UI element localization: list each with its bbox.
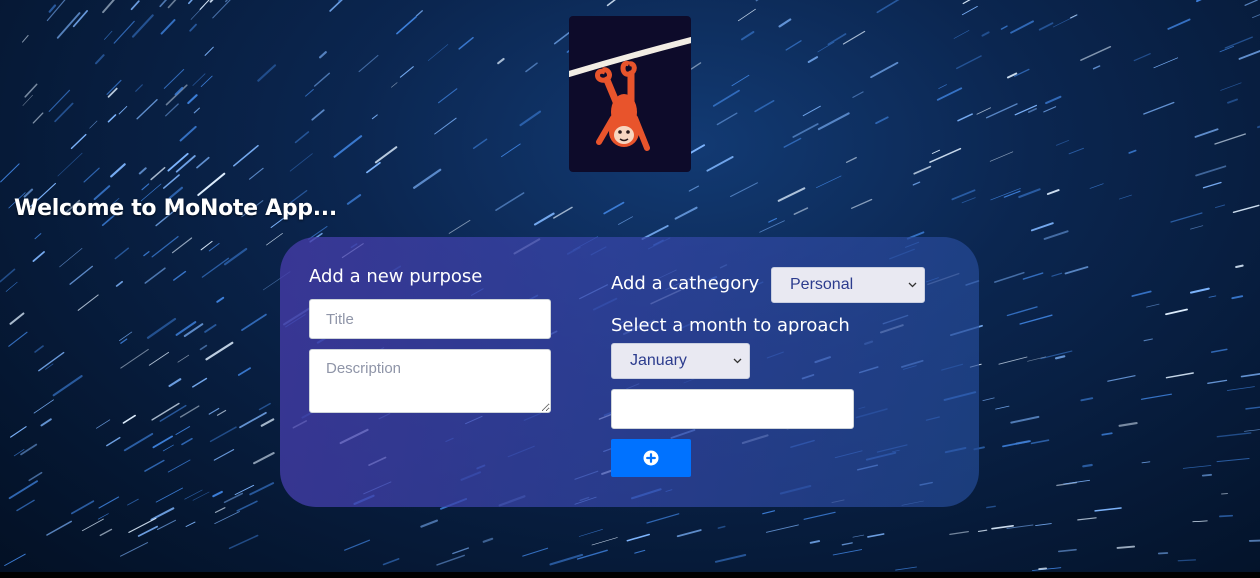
add-purpose-label: Add a new purpose — [309, 266, 483, 287]
category-label: Add a cathegory — [611, 273, 760, 294]
month-selected-value: January — [630, 352, 687, 369]
category-selected-value: Personal — [790, 276, 854, 293]
bottom-bar — [0, 572, 1260, 578]
month-label: Select a month to aproach — [611, 315, 850, 336]
description-textarea[interactable] — [309, 349, 551, 413]
hanging-monkey-icon — [569, 37, 691, 151]
chevron-down-icon — [733, 358, 742, 364]
title-input[interactable] — [309, 299, 551, 339]
monkey-logo — [569, 16, 691, 172]
welcome-heading: Welcome to MoNote App... — [14, 196, 337, 221]
plus-circle-icon — [643, 450, 659, 466]
month-select[interactable]: January — [611, 343, 750, 379]
chevron-down-icon — [908, 282, 917, 288]
add-button[interactable] — [611, 439, 691, 477]
category-select[interactable]: Personal — [771, 267, 925, 303]
extra-input[interactable] — [611, 389, 854, 429]
